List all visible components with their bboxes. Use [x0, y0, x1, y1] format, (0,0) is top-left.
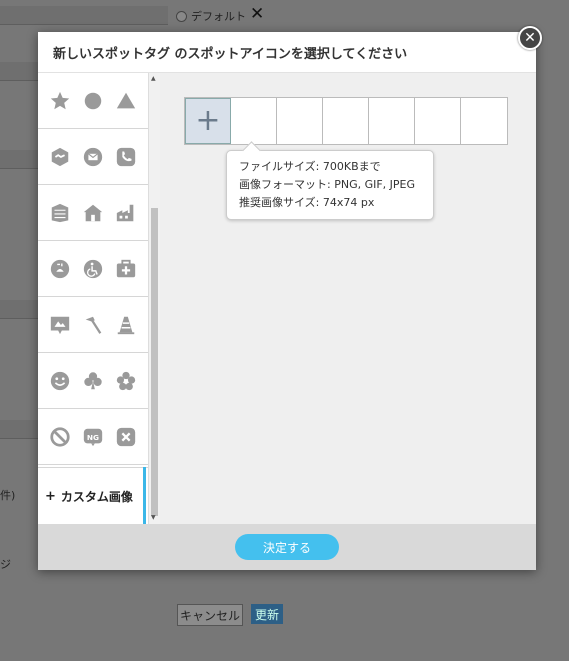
tooltip-format: 画像フォーマット: PNG, GIF, JPEG — [239, 178, 416, 191]
flower-icon[interactable] — [115, 370, 137, 392]
scroll-up-icon[interactable]: ▲ — [151, 75, 156, 82]
sidebar-scrollbar[interactable]: ▲ ▼ — [148, 73, 160, 524]
hammer-icon[interactable] — [82, 314, 104, 336]
confirm-button[interactable]: 決定する — [235, 534, 339, 560]
dialog-title: 新しいスポットタグ のスポットアイコンを選択してください — [53, 46, 408, 62]
circle-icon[interactable] — [82, 90, 104, 112]
tooltip-recommended-size: 推奨画像サイズ: 74x74 px — [239, 196, 375, 209]
default-option: デフォルト — [176, 8, 246, 24]
bg-cancel-button: キャンセル — [177, 604, 243, 626]
wheelchair-icon[interactable] — [82, 258, 104, 280]
shower-icon[interactable] — [49, 258, 71, 280]
handshake-icon[interactable] — [49, 146, 71, 168]
tooltip-file-size: ファイルサイズ: 700KBまで — [239, 160, 381, 173]
star-icon[interactable] — [49, 90, 71, 112]
icon-select-dialog: 新しいスポットタグ のスポットアイコンを選択してください NG + カスタム画像… — [38, 32, 536, 570]
svg-text:NG: NG — [87, 432, 99, 441]
dialog-body: NG + カスタム画像 ▲ ▼ + ファイルサイズ: 700KBまで 画像フォー… — [38, 73, 536, 524]
default-radio — [176, 10, 187, 22]
selected-indicator — [143, 467, 146, 524]
image-slot[interactable] — [415, 98, 461, 144]
ng-icon[interactable]: NG — [82, 426, 104, 448]
dialog-header: 新しいスポットタグ のスポットアイコンを選択してください — [38, 32, 536, 73]
image-slot[interactable] — [369, 98, 415, 144]
factory-icon[interactable] — [115, 202, 137, 224]
icon-row[interactable] — [38, 297, 148, 353]
image-slot[interactable] — [277, 98, 323, 144]
dialog-footer: 決定する — [38, 524, 536, 570]
icon-row[interactable] — [38, 353, 148, 409]
custom-image-slots: + — [184, 97, 508, 145]
custom-image-label: カスタム画像 — [60, 489, 133, 504]
first-aid-icon[interactable] — [115, 258, 137, 280]
scroll-down-icon[interactable]: ▼ — [151, 514, 156, 521]
icon-row[interactable] — [38, 73, 148, 129]
add-image-button[interactable]: + — [185, 98, 231, 144]
bg-update-button: 更新 — [251, 604, 283, 624]
close-dialog-button[interactable]: ✕ — [518, 26, 542, 50]
mail-icon[interactable] — [82, 146, 104, 168]
house-icon[interactable] — [82, 202, 104, 224]
plus-icon: + — [45, 488, 56, 504]
signboard-icon[interactable] — [49, 314, 71, 336]
image-slot[interactable] — [461, 98, 507, 144]
icon-row[interactable] — [38, 129, 148, 185]
x-box-icon[interactable] — [115, 426, 137, 448]
no-entry-icon[interactable] — [49, 426, 71, 448]
phone-icon[interactable] — [115, 146, 137, 168]
club-icon[interactable] — [82, 370, 104, 392]
scrollbar-thumb[interactable] — [151, 208, 158, 516]
bg-input — [0, 6, 168, 25]
bg-close-icon: ✕ — [250, 4, 265, 24]
bg-label: ジ — [0, 558, 11, 571]
triangle-icon[interactable] — [115, 90, 137, 112]
custom-image-tab[interactable]: + カスタム画像 — [38, 467, 148, 524]
upload-info-tooltip: ファイルサイズ: 700KBまで 画像フォーマット: PNG, GIF, JPE… — [226, 141, 434, 220]
image-slot[interactable] — [323, 98, 369, 144]
close-icon: ✕ — [524, 30, 536, 46]
icon-category-sidebar: NG + カスタム画像 — [38, 73, 148, 524]
icon-row[interactable] — [38, 185, 148, 241]
smiley-icon[interactable] — [49, 370, 71, 392]
icon-row[interactable] — [38, 241, 148, 297]
image-slot[interactable] — [231, 98, 277, 144]
bg-label: 件) — [0, 489, 16, 502]
default-label: デフォルト — [191, 10, 246, 23]
building-icon[interactable] — [49, 202, 71, 224]
icon-row[interactable]: NG — [38, 409, 148, 465]
traffic-cone-icon[interactable] — [115, 314, 137, 336]
